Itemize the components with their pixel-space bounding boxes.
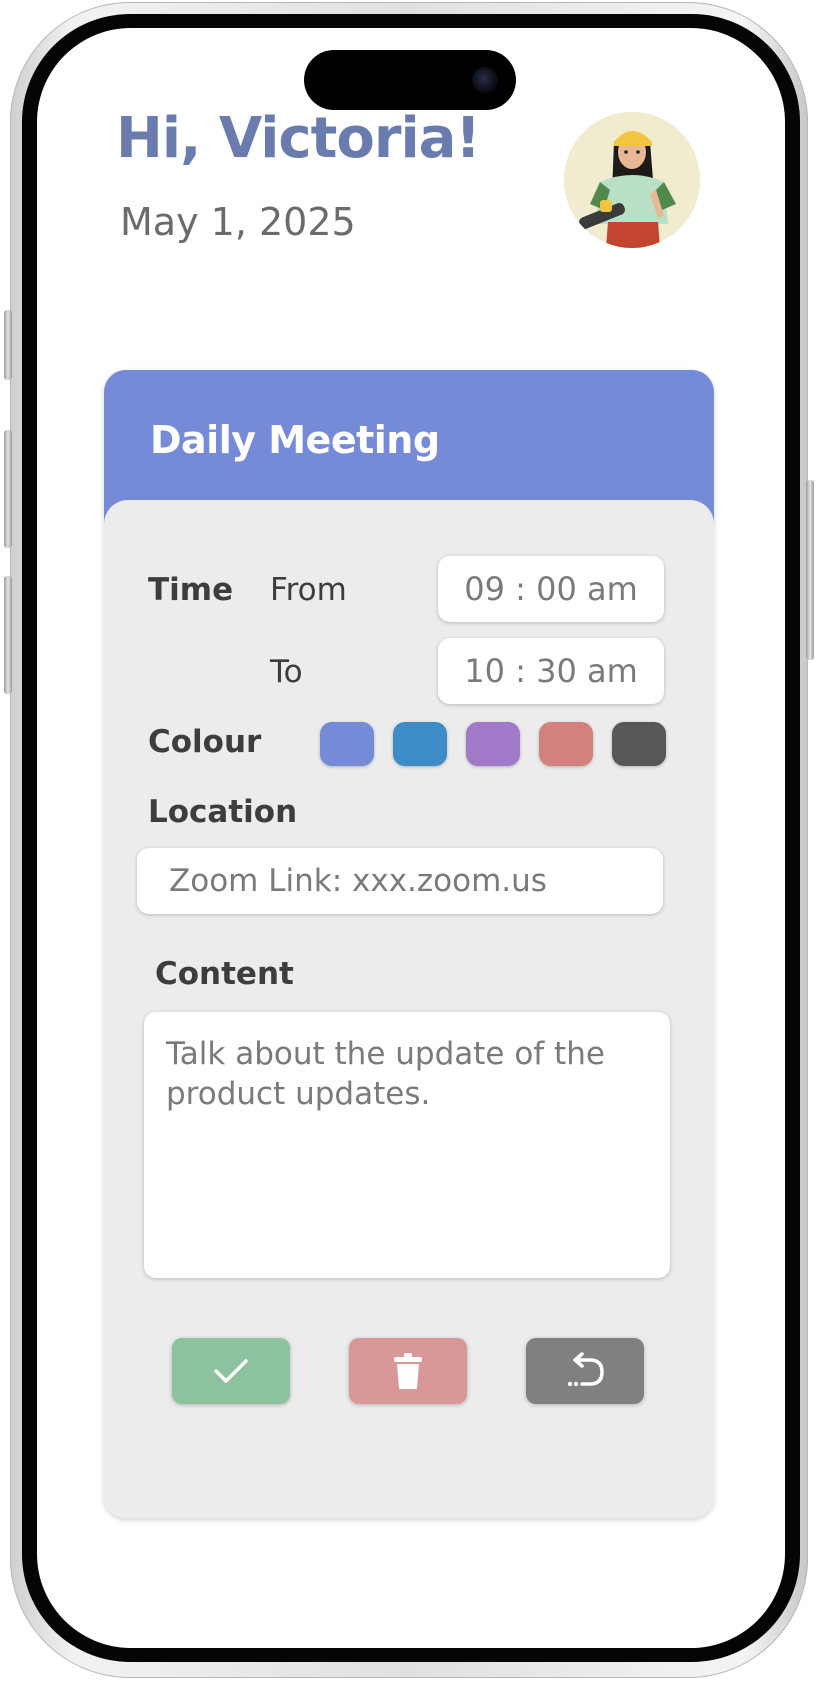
side-button <box>4 310 12 380</box>
colour-swatch-purple[interactable] <box>466 722 520 766</box>
colour-swatch-teal[interactable] <box>393 722 447 766</box>
delete-button[interactable] <box>349 1338 467 1404</box>
avatar[interactable] <box>564 112 700 248</box>
confirm-button[interactable] <box>172 1338 290 1404</box>
colour-swatch-grey[interactable] <box>612 722 666 766</box>
to-time-field[interactable]: 10 : 30 am <box>438 638 664 704</box>
from-label: From <box>270 572 347 608</box>
camera-icon <box>472 67 498 93</box>
volume-up-button <box>4 430 12 548</box>
location-input[interactable]: Zoom Link: xxx.zoom.us <box>137 848 663 914</box>
card-title: Daily Meeting <box>150 418 440 462</box>
undo-button[interactable] <box>526 1338 644 1404</box>
date-label: May 1, 2025 <box>120 200 356 244</box>
colour-swatch-red[interactable] <box>539 722 593 766</box>
undo-icon <box>567 1352 604 1387</box>
avatar-icon <box>564 112 700 248</box>
content-textarea[interactable]: Talk about the update of the product upd… <box>144 1012 670 1278</box>
card-body: Time From 09 : 00 am To 10 : 30 am Colou… <box>104 500 714 1518</box>
meeting-card: Daily Meeting Time From 09 : 00 am To 10… <box>104 370 714 1518</box>
power-button <box>806 480 814 660</box>
greeting-title: Hi, Victoria! <box>116 106 481 171</box>
from-time-field[interactable]: 09 : 00 am <box>438 556 664 622</box>
colour-swatch-blue[interactable] <box>320 722 374 766</box>
dynamic-island <box>304 50 516 110</box>
time-label: Time <box>148 572 234 608</box>
content-label: Content <box>155 956 294 992</box>
screen: Hi, Victoria! May 1, 2025 Daily Meeting … <box>37 28 785 1648</box>
volume-down-button <box>4 576 12 694</box>
to-label: To <box>270 654 303 690</box>
colour-label: Colour <box>148 724 262 760</box>
check-icon <box>214 1359 248 1383</box>
trash-icon <box>394 1353 422 1389</box>
location-label: Location <box>148 794 298 830</box>
